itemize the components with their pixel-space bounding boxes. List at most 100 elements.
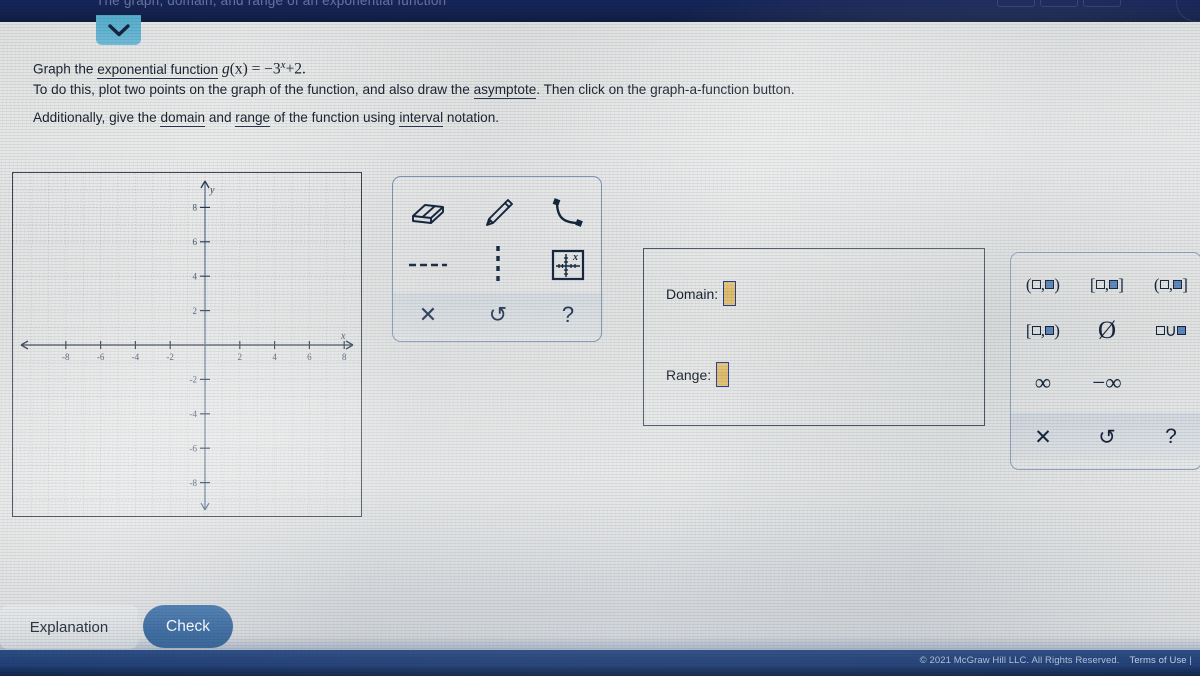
- svg-text:8: 8: [342, 352, 347, 362]
- question-line-1: Graph the exponential function g(x) = −3…: [33, 60, 1073, 79]
- toolbar-undo-button[interactable]: ↺: [463, 293, 533, 337]
- keypad-open-open-interval[interactable]: (,): [1011, 263, 1075, 307]
- coordinate-plane[interactable]: y x -8 -6 -4 -2 2 4 6 8 8 6 4 2 -2 -4 -6 -8: [13, 173, 361, 516]
- function-equals: = −3: [251, 60, 281, 78]
- svg-text:-4: -4: [132, 352, 140, 362]
- svg-text:6: 6: [307, 352, 312, 362]
- axes: [20, 180, 354, 511]
- keypad-closed-closed-interval[interactable]: [,]: [1075, 263, 1139, 307]
- window-title-bar: The graph, domain, and range of an expon…: [0, 0, 1200, 22]
- placeholder-box: [1159, 280, 1169, 289]
- function-tail: +2.: [285, 60, 306, 78]
- drawing-toolbar[interactable]: x ✕ ↺ ?: [392, 176, 603, 342]
- svg-text:-8: -8: [190, 478, 198, 488]
- svg-text:-8: -8: [62, 352, 70, 362]
- instruction-text-c: Additionally, give the: [33, 109, 161, 125]
- svg-text:x: x: [572, 252, 578, 263]
- svg-text:2: 2: [238, 352, 243, 362]
- link-range[interactable]: range: [235, 109, 271, 127]
- link-interval[interactable]: interval: [399, 109, 444, 127]
- check-button[interactable]: Check: [143, 605, 233, 648]
- function-arg: (x): [229, 60, 248, 78]
- keypad-empty-set[interactable]: Ø: [1075, 307, 1139, 355]
- collapse-panel-tab[interactable]: [96, 15, 141, 45]
- placeholder-box: [1109, 280, 1119, 289]
- bracket-close: ]: [1118, 275, 1125, 294]
- dotted-line-icon: [496, 246, 500, 284]
- keypad-union[interactable]: ∪: [1139, 307, 1200, 355]
- svg-text:8: 8: [193, 203, 198, 213]
- svg-text:y: y: [209, 185, 215, 196]
- toolbar-clear-button[interactable]: ✕: [393, 293, 463, 337]
- graph-a-function-icon: x: [551, 249, 585, 281]
- negative-infinity-icon: −∞: [1092, 370, 1122, 395]
- svg-text:4: 4: [193, 271, 198, 281]
- placeholder-box: [1177, 326, 1187, 335]
- link-exponential-function[interactable]: exponential function: [97, 61, 219, 79]
- tool-eraser[interactable]: [393, 187, 463, 239]
- placeholder-box: [1095, 280, 1105, 289]
- interval-notation-keypad[interactable]: (,) [,] (,] [,) Ø ∪ ∞ −∞ ✕ ↺ ?: [1010, 252, 1200, 470]
- curve-icon: [552, 198, 583, 227]
- empty-set-icon: Ø: [1097, 317, 1117, 344]
- answer-box: Domain: Range:: [643, 248, 985, 426]
- link-domain[interactable]: domain: [160, 109, 206, 127]
- keypad-negative-infinity[interactable]: −∞: [1075, 357, 1139, 409]
- undo-icon: ↺: [488, 302, 508, 327]
- question-line-2: To do this, plot two points on the graph…: [33, 82, 1073, 100]
- keypad-undo-button[interactable]: ↺: [1075, 413, 1139, 461]
- tool-graph-a-function[interactable]: x: [533, 239, 603, 291]
- svg-text:-6: -6: [97, 352, 105, 362]
- question-prefix: Graph the: [33, 61, 98, 77]
- keypad-clear-button[interactable]: ✕: [1011, 413, 1075, 461]
- window-button-1[interactable]: [997, 0, 1035, 7]
- keypad-spacer: [1139, 357, 1200, 409]
- domain-input[interactable]: [723, 281, 737, 306]
- question-line-3: Additionally, give the domain and range …: [33, 109, 1073, 127]
- explanation-button[interactable]: Explanation: [0, 605, 138, 649]
- svg-text:2: 2: [193, 306, 198, 316]
- clear-icon: ✕: [418, 302, 438, 327]
- tool-dotted-line[interactable]: [463, 239, 533, 291]
- bracket-close: ): [1054, 321, 1061, 340]
- toolbar-help-button[interactable]: ?: [533, 293, 603, 337]
- terms-of-use-link[interactable]: Terms of Use: [1130, 655, 1187, 666]
- svg-text:-2: -2: [190, 375, 198, 385]
- undo-icon: ↺: [1098, 425, 1116, 449]
- window-button-2[interactable]: [1040, 0, 1078, 7]
- keypad-open-closed-interval[interactable]: (,]: [1139, 263, 1200, 307]
- clear-icon: ✕: [1034, 425, 1052, 449]
- placeholder-box: [1031, 280, 1041, 289]
- svg-text:-4: -4: [190, 409, 198, 419]
- keypad-infinity[interactable]: ∞: [1011, 357, 1075, 409]
- keypad-help-button[interactable]: ?: [1139, 413, 1200, 461]
- range-input[interactable]: [716, 362, 730, 387]
- window-circle-icon: [1176, 0, 1200, 22]
- help-icon: ?: [561, 302, 575, 327]
- svg-text:-6: -6: [190, 443, 198, 453]
- placeholder-box: [1031, 326, 1041, 335]
- union-icon: ∪: [1164, 321, 1178, 340]
- footer-text: © 2021 McGraw Hill LLC. All Rights Reser…: [920, 655, 1192, 666]
- placeholder-box: [1173, 280, 1183, 289]
- help-icon: ?: [1165, 425, 1177, 448]
- link-asymptote[interactable]: asymptote: [473, 82, 537, 100]
- instruction-text-a: To do this, plot two points on the graph…: [33, 82, 474, 98]
- tool-dashed-line[interactable]: [393, 239, 463, 291]
- chevron-down-icon: [107, 23, 130, 36]
- explanation-button-label: Explanation: [29, 618, 109, 636]
- tool-pencil[interactable]: [463, 187, 533, 239]
- copyright-text: © 2021 McGraw Hill LLC. All Rights Reser…: [919, 655, 1120, 666]
- placeholder-box: [1045, 280, 1055, 289]
- keypad-closed-open-interval[interactable]: [,): [1011, 307, 1075, 355]
- window-button-3[interactable]: [1083, 0, 1121, 7]
- range-row: Range:: [666, 362, 730, 387]
- graph-canvas[interactable]: y x -8 -6 -4 -2 2 4 6 8 8 6 4 2 -2 -4 -6 -8: [12, 172, 362, 517]
- instruction-text-e: of the function using: [270, 109, 400, 125]
- dashed-line-icon: [409, 263, 447, 267]
- range-label: Range:: [666, 366, 712, 383]
- svg-text:6: 6: [193, 237, 198, 247]
- question-text: Graph the exponential function g(x) = −3…: [33, 60, 1073, 127]
- tool-curve[interactable]: [533, 187, 603, 239]
- placeholder-box: [1045, 326, 1055, 335]
